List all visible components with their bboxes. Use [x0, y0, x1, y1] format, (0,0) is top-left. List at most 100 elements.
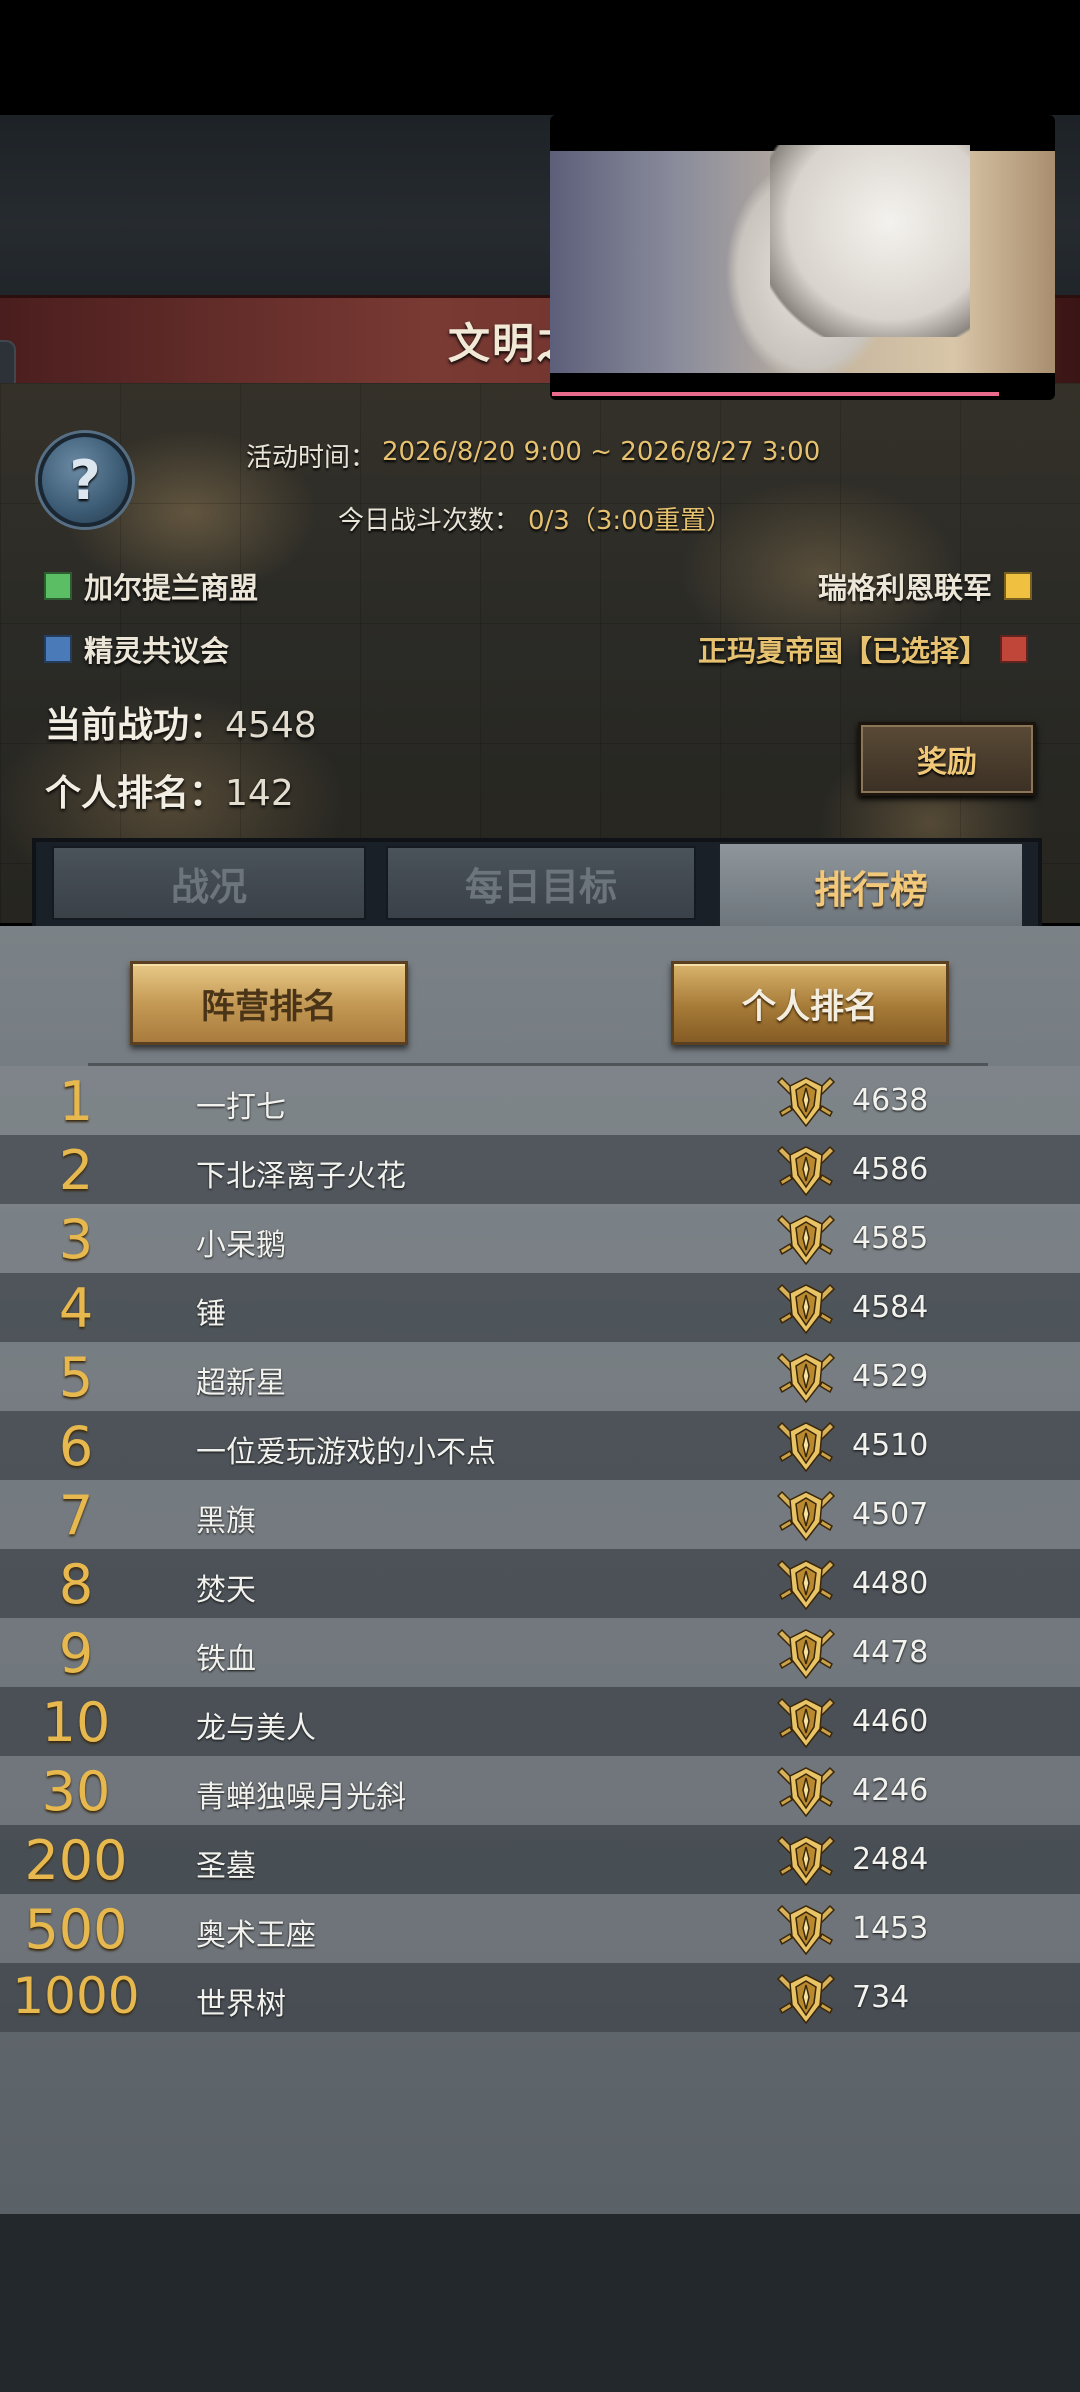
table-row[interactable]: 1000 世界树 734 [0, 1963, 1080, 2032]
faction-elf-council: 精灵共议会 [44, 628, 229, 670]
table-row[interactable]: 4 锤 4584 [0, 1273, 1080, 1342]
gold-shield-swords-icon [776, 1417, 836, 1475]
personal-rank-value: 142 [225, 773, 294, 814]
video-character [770, 145, 970, 337]
tab-battle-status[interactable]: 战况 [52, 846, 366, 920]
player-score: 4586 [852, 1152, 929, 1187]
gold-shield-swords-icon [776, 1141, 836, 1199]
player-name: 小呆鹅 [196, 1228, 286, 1263]
reward-button[interactable]: 奖励 [858, 722, 1036, 796]
player-name: 一位爱玩游戏的小不点 [196, 1435, 496, 1470]
personal-rank-label: 个人排名： [45, 773, 226, 814]
faction-label: 瑞格利恩联军 [818, 571, 993, 605]
gold-shield-swords-icon [776, 1072, 836, 1130]
help-button[interactable]: ? [38, 433, 132, 527]
rank-number: 200 [24, 1829, 128, 1892]
faction-color-swatch [1000, 635, 1029, 663]
faction-riglion: 瑞格利恩联军 [818, 565, 1033, 607]
player-score: 4584 [852, 1290, 929, 1325]
current-merit-value: 4548 [225, 705, 317, 746]
player-name: 一打七 [196, 1090, 286, 1125]
player-score: 2484 [852, 1842, 929, 1877]
player-score: 4529 [852, 1359, 929, 1394]
faction-garthilan: 加尔提兰商盟 [44, 565, 258, 607]
player-score: 4510 [852, 1428, 929, 1463]
table-row[interactable]: 9 铁血 4478 [0, 1618, 1080, 1687]
battle-count-label: 今日战斗次数： [338, 506, 521, 536]
video-progress-bar [552, 392, 999, 396]
current-merit-label: 当前战功： [45, 705, 226, 746]
rank-number: 9 [58, 1622, 94, 1685]
personal-ranking-button[interactable]: 个人排名 [671, 961, 949, 1045]
event-time-value: 2026/8/20 9:00 ~ 2026/8/27 3:00 [382, 437, 821, 467]
rank-number: 6 [58, 1415, 94, 1478]
gold-shield-swords-icon [776, 1762, 836, 1820]
question-mark-icon: ? [69, 448, 101, 512]
table-row[interactable]: 5 超新星 4529 [0, 1342, 1080, 1411]
rank-number: 4 [58, 1277, 94, 1340]
rank-number: 3 [58, 1208, 94, 1271]
rank-number: 5 [58, 1346, 94, 1409]
rank-number: 8 [58, 1553, 94, 1616]
gold-shield-swords-icon [776, 1693, 836, 1751]
player-name: 奥术王座 [196, 1918, 316, 1953]
rank-number: 2 [58, 1139, 94, 1202]
player-score: 4460 [852, 1704, 929, 1739]
table-row[interactable]: 10 龙与美人 4460 [0, 1687, 1080, 1756]
player-name: 世界树 [196, 1987, 286, 2022]
tab-leaderboard[interactable]: 排行榜 [718, 842, 1024, 930]
player-score: 4585 [852, 1221, 929, 1256]
table-row[interactable]: 500 奥术王座 1453 [0, 1894, 1080, 1963]
current-merit: 当前战功：4548 [45, 696, 317, 748]
gold-shield-swords-icon [776, 1624, 836, 1682]
rank-number: 500 [24, 1898, 128, 1961]
player-score: 1453 [852, 1911, 929, 1946]
player-name: 锤 [196, 1297, 226, 1332]
table-row[interactable]: 3 小呆鹅 4585 [0, 1204, 1080, 1273]
player-score: 4480 [852, 1566, 929, 1601]
player-name: 超新星 [196, 1366, 286, 1401]
player-name: 下北泽离子火花 [196, 1159, 406, 1194]
player-score: 4507 [852, 1497, 929, 1532]
table-row[interactable]: 30 青蝉独噪月光斜 4246 [0, 1756, 1080, 1825]
table-row[interactable]: 7 黑旗 4507 [0, 1480, 1080, 1549]
table-row[interactable]: 1 一打七 4638 [0, 1066, 1080, 1135]
player-name: 龙与美人 [196, 1711, 316, 1746]
rank-number: 7 [58, 1484, 94, 1547]
faction-label: 正玛夏帝国【已选择】 [698, 634, 989, 668]
faction-color-swatch [44, 635, 72, 663]
faction-color-swatch [44, 572, 72, 600]
gold-shield-swords-icon [776, 1279, 836, 1337]
faction-label: 加尔提兰商盟 [84, 571, 259, 605]
gold-shield-swords-icon [776, 1900, 836, 1958]
player-score: 4638 [852, 1083, 929, 1118]
rank-number: 1 [58, 1070, 94, 1133]
player-name: 圣墓 [196, 1849, 256, 1884]
gold-shield-swords-icon [776, 1831, 836, 1889]
personal-rank: 个人排名：142 [45, 764, 294, 816]
table-row[interactable]: 200 圣墓 2484 [0, 1825, 1080, 1894]
bottom-area [0, 2214, 1080, 2392]
player-name: 铁血 [196, 1642, 256, 1677]
table-row[interactable]: 8 焚天 4480 [0, 1549, 1080, 1618]
table-row[interactable]: 6 一位爱玩游戏的小不点 4510 [0, 1411, 1080, 1480]
tab-daily-goals[interactable]: 每日目标 [386, 846, 696, 920]
rank-number: 30 [41, 1760, 111, 1823]
player-name: 青蝉独噪月光斜 [196, 1780, 406, 1815]
faction-ranking-button[interactable]: 阵营排名 [130, 961, 408, 1045]
faction-color-swatch [1004, 572, 1033, 600]
event-time-label: 活动时间： [246, 443, 377, 473]
player-score: 4478 [852, 1635, 929, 1670]
faction-label: 精灵共议会 [84, 634, 230, 668]
table-row[interactable]: 2 下北泽离子火花 4586 [0, 1135, 1080, 1204]
rank-number: 1000 [12, 1967, 140, 2025]
player-name: 焚天 [196, 1573, 256, 1608]
gold-shield-swords-icon [776, 1210, 836, 1268]
gold-shield-swords-icon [776, 1555, 836, 1613]
gold-shield-swords-icon [776, 1348, 836, 1406]
gold-shield-swords-icon [776, 1969, 836, 2027]
battle-count-value: 0/3（3:00重置） [528, 506, 733, 536]
picture-in-picture-video[interactable] [550, 115, 1055, 400]
player-score: 734 [852, 1980, 910, 2015]
gold-shield-swords-icon [776, 1486, 836, 1544]
